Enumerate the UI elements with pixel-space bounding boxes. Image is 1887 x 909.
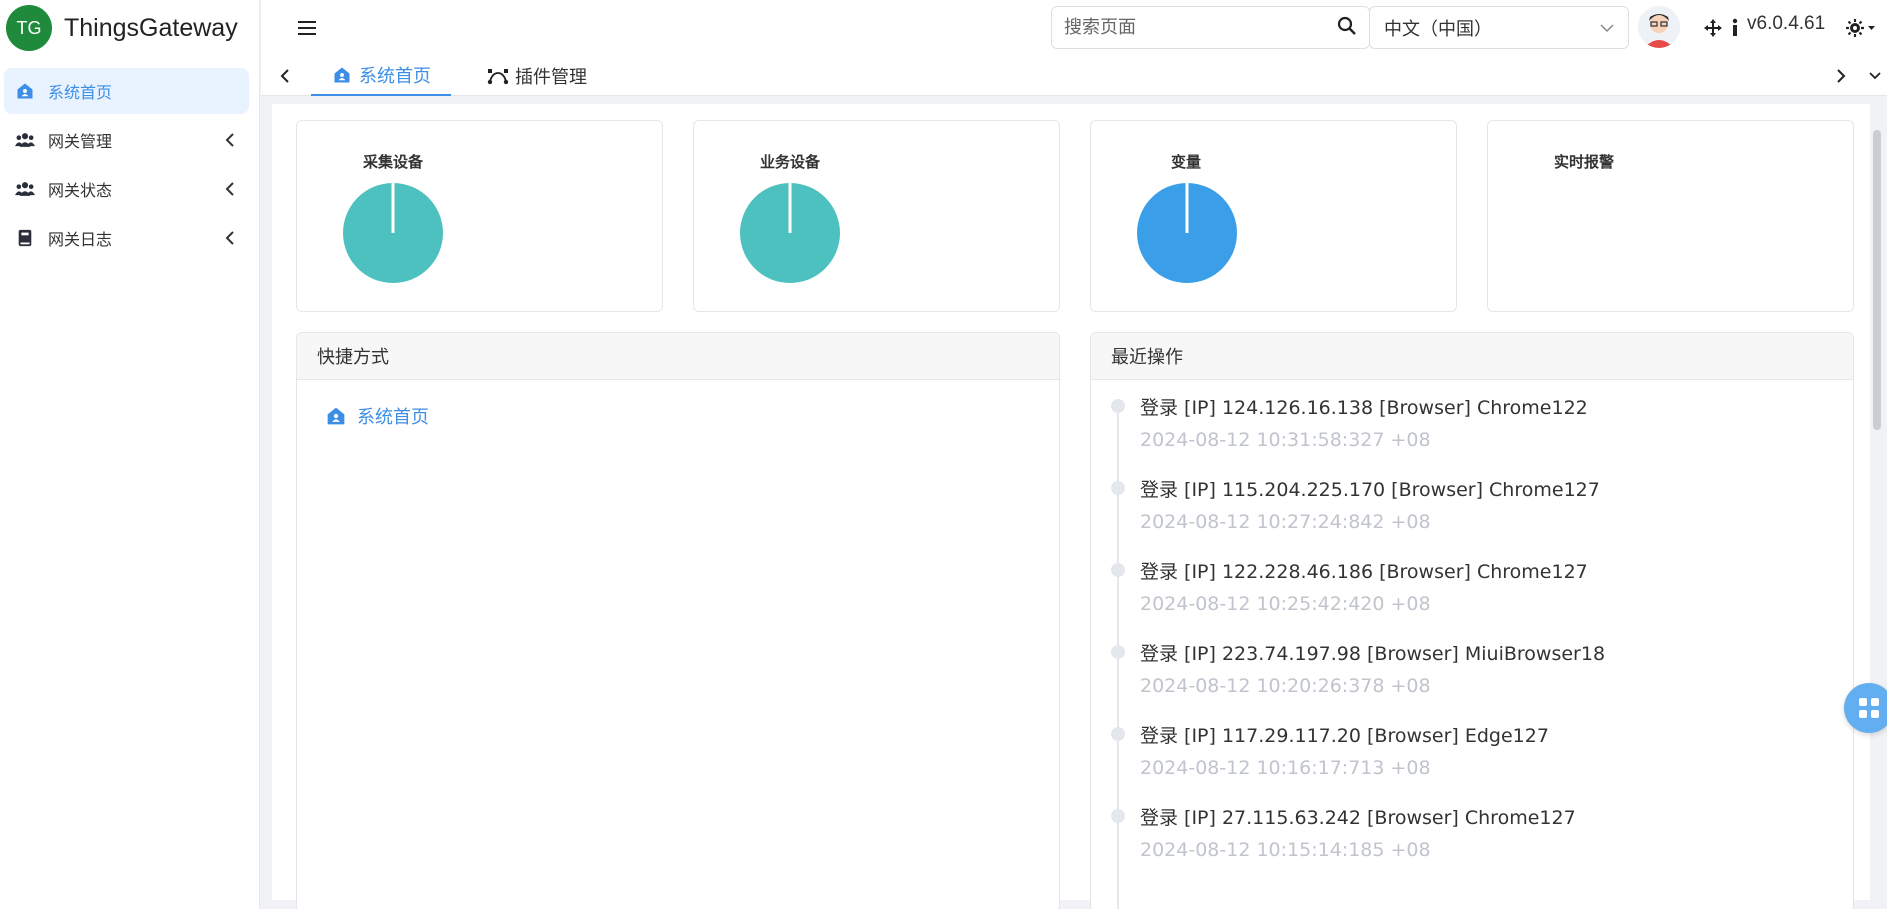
chevron-left-icon bbox=[221, 180, 239, 198]
tab-label: 插件管理 bbox=[515, 67, 587, 88]
search-box bbox=[1051, 6, 1370, 49]
timeline-dot bbox=[1111, 727, 1125, 741]
main-content: 采集设备 业务设备 变量 实时报警 快捷方式 系统首页 最近操作 登录 [IP]… bbox=[272, 104, 1870, 909]
chevron-down-icon bbox=[1600, 23, 1614, 32]
hamburger-menu-icon[interactable] bbox=[293, 14, 321, 42]
top-header: 中文（中国） v6.0.4.61 bbox=[261, 0, 1887, 56]
brand-name: ThingsGateway bbox=[64, 13, 238, 42]
timeline-text: 登录 [IP] 115.204.225.170 [Browser] Chrome… bbox=[1140, 479, 1600, 501]
timeline-time: 2024-08-12 10:20:26:378 +08 bbox=[1140, 675, 1431, 697]
timeline-item: 登录 [IP] 122.228.46.186 [Browser] Chrome1… bbox=[1091, 545, 1853, 627]
timeline-time: 2024-08-12 10:25:42:420 +08 bbox=[1140, 593, 1431, 615]
timeline-item: 登录 [IP] 117.29.117.20 [Browser] Edge127 … bbox=[1091, 709, 1853, 791]
home-icon bbox=[331, 64, 353, 86]
timeline-dot bbox=[1111, 481, 1125, 495]
timeline-time: 2024-08-12 10:31:58:327 +08 bbox=[1140, 429, 1431, 451]
stat-title: 变量 bbox=[1171, 153, 1202, 171]
tab-bar: 系统首页 插件管理 bbox=[261, 56, 1887, 96]
recent-operations-panel: 最近操作 登录 [IP] 124.126.16.138 [Browser] Ch… bbox=[1090, 332, 1854, 909]
sidebar-menu: 系统首页 网关管理 网关状态 网关日志 bbox=[0, 68, 259, 261]
bezier-icon bbox=[487, 65, 509, 87]
info-icon[interactable] bbox=[1722, 15, 1748, 41]
timeline-text: 登录 [IP] 122.228.46.186 [Browser] Chrome1… bbox=[1140, 561, 1588, 583]
sidebar: TG ThingsGateway 系统首页 网关管理 网关状态 网关日志 bbox=[0, 0, 260, 909]
home-icon bbox=[14, 80, 36, 102]
shortcuts-panel: 快捷方式 系统首页 bbox=[296, 332, 1060, 909]
timeline-time: 2024-08-12 10:16:17:713 +08 bbox=[1140, 757, 1431, 779]
timeline-dot bbox=[1111, 563, 1125, 577]
sidebar-item-label: 网关日志 bbox=[48, 230, 113, 249]
tab-plugin-manage[interactable]: 插件管理 bbox=[467, 56, 607, 96]
stat-title: 业务设备 bbox=[760, 153, 821, 171]
sidebar-item-label: 系统首页 bbox=[48, 83, 113, 102]
stat-card-collect-devices: 采集设备 bbox=[296, 120, 663, 312]
timeline-dot bbox=[1111, 809, 1125, 823]
timeline-dot bbox=[1111, 399, 1125, 413]
users-icon bbox=[14, 178, 36, 200]
sidebar-item-home[interactable]: 系统首页 bbox=[4, 68, 249, 114]
sidebar-item-gateway-manage[interactable]: 网关管理 bbox=[4, 117, 249, 163]
timeline-dot bbox=[1111, 645, 1125, 659]
timeline-item: 登录 [IP] 124.126.16.138 [Browser] Chrome1… bbox=[1091, 381, 1853, 463]
tab-scroll-right-icon[interactable] bbox=[1829, 64, 1853, 88]
search-input[interactable] bbox=[1064, 17, 1337, 38]
theme-settings-icon[interactable] bbox=[1843, 15, 1879, 41]
version-label: v6.0.4.61 bbox=[1747, 13, 1826, 34]
floating-apps-button[interactable] bbox=[1844, 683, 1887, 733]
stat-card-variables: 变量 bbox=[1090, 120, 1457, 312]
sidebar-item-label: 网关管理 bbox=[48, 132, 113, 151]
stat-pie-chart bbox=[740, 181, 840, 283]
timeline-item: 登录 [IP] 115.204.225.170 [Browser] Chrome… bbox=[1091, 463, 1853, 545]
shortcut-home[interactable]: 系统首页 bbox=[325, 403, 429, 429]
shortcut-label: 系统首页 bbox=[357, 407, 429, 428]
user-avatar[interactable] bbox=[1638, 6, 1680, 48]
timeline-time: 2024-08-12 10:15:14:185 +08 bbox=[1140, 839, 1431, 861]
timeline-text: 登录 [IP] 117.29.117.20 [Browser] Edge127 bbox=[1140, 725, 1549, 747]
apps-grid-icon bbox=[1859, 698, 1879, 718]
timeline-text: 登录 [IP] 124.126.16.138 [Browser] Chrome1… bbox=[1140, 397, 1588, 419]
users-icon bbox=[14, 129, 36, 151]
sidebar-item-gateway-status[interactable]: 网关状态 bbox=[4, 166, 249, 212]
page-scrollbar[interactable] bbox=[1873, 130, 1881, 430]
stat-title: 实时报警 bbox=[1554, 153, 1615, 171]
panel-title: 快捷方式 bbox=[297, 333, 1059, 380]
stat-pie-chart bbox=[1137, 181, 1237, 283]
search-icon[interactable] bbox=[1337, 16, 1357, 40]
tab-scroll-left-icon[interactable] bbox=[273, 64, 297, 88]
timeline-text: 登录 [IP] 27.115.63.242 [Browser] Chrome12… bbox=[1140, 807, 1576, 829]
tab-home[interactable]: 系统首页 bbox=[311, 56, 451, 96]
stat-title: 采集设备 bbox=[363, 153, 424, 171]
stat-card-realtime-alarms: 实时报警 bbox=[1487, 120, 1854, 312]
language-select[interactable]: 中文（中国） bbox=[1369, 6, 1629, 49]
timeline-item: 登录 [IP] 223.74.197.98 [Browser] MiuiBrow… bbox=[1091, 627, 1853, 709]
tab-dropdown-icon[interactable] bbox=[1863, 64, 1887, 88]
brand-logo: TG bbox=[6, 5, 52, 51]
sidebar-item-gateway-log[interactable]: 网关日志 bbox=[4, 215, 249, 261]
tab-label: 系统首页 bbox=[359, 66, 431, 87]
language-value: 中文（中国） bbox=[1384, 18, 1492, 40]
timeline-time: 2024-08-12 10:27:24:842 +08 bbox=[1140, 511, 1431, 533]
chevron-left-icon bbox=[221, 131, 239, 149]
brand[interactable]: TG ThingsGateway bbox=[0, 0, 259, 56]
stat-card-business-devices: 业务设备 bbox=[693, 120, 1060, 312]
stat-pie-chart bbox=[343, 181, 443, 283]
timeline-item: 登录 [IP] 27.115.63.242 [Browser] Chrome12… bbox=[1091, 791, 1853, 873]
book-icon bbox=[14, 227, 36, 249]
panel-title: 最近操作 bbox=[1091, 333, 1853, 380]
chevron-left-icon bbox=[221, 229, 239, 247]
sidebar-item-label: 网关状态 bbox=[48, 181, 113, 200]
home-icon bbox=[325, 405, 347, 427]
timeline-text: 登录 [IP] 223.74.197.98 [Browser] MiuiBrow… bbox=[1140, 643, 1606, 665]
